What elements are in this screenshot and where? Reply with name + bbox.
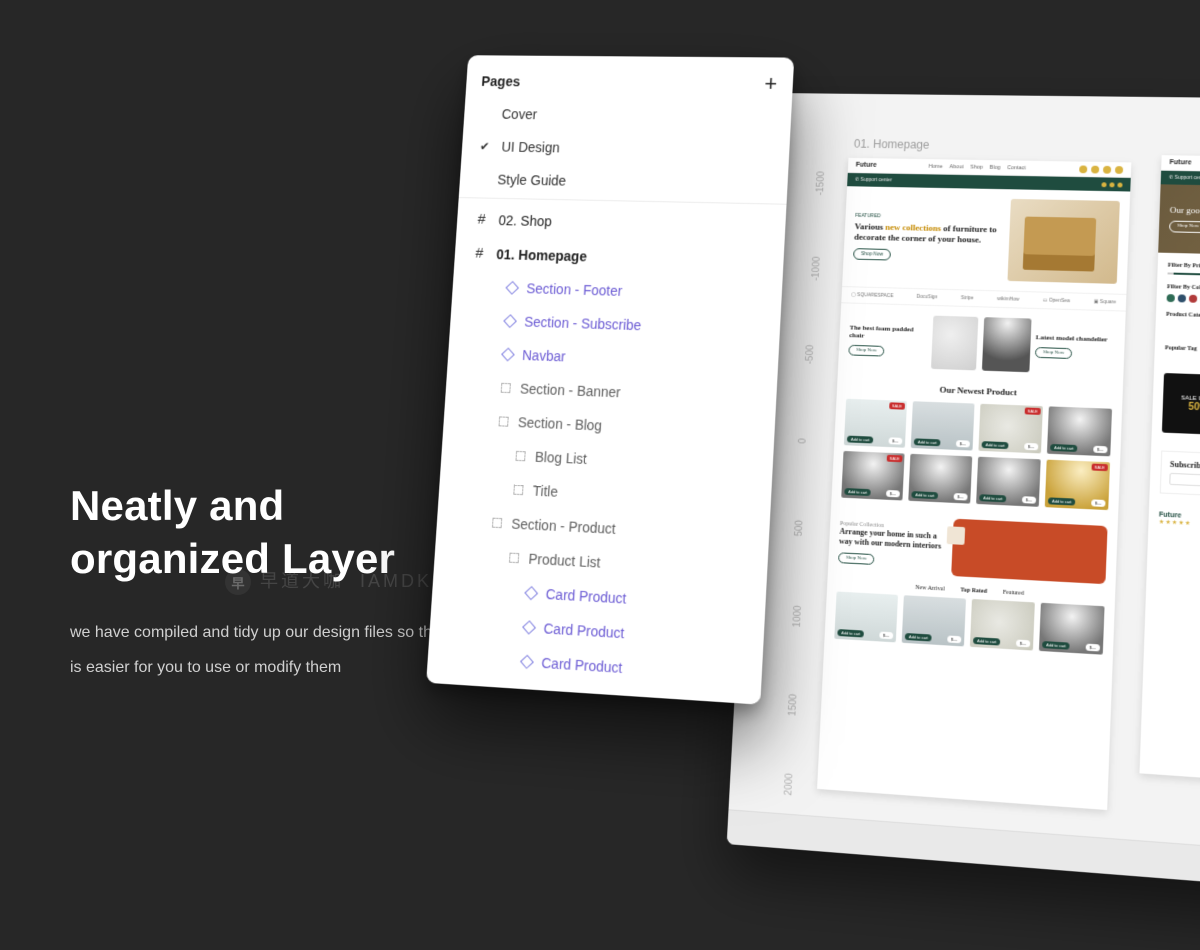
feature-card: The best foam padded chairShop Now: [848, 313, 979, 370]
subscribe-input[interactable]: [1169, 473, 1200, 497]
product-card[interactable]: Add to cart$—: [834, 591, 898, 642]
featured-row: The best foam padded chairShop Now Lates…: [838, 303, 1126, 385]
subscribe-box: Subscribe now and get 10% off all items: [1160, 451, 1200, 507]
chair-image: [931, 316, 979, 371]
shop-filters: Filter By Price Filter By Color Product …: [1162, 263, 1200, 436]
product-card[interactable]: Add to cart$—: [970, 599, 1035, 651]
component-icon: [524, 586, 538, 600]
product-card[interactable]: Add to cart$—: [976, 457, 1041, 507]
ruler-mark: 1500: [787, 694, 799, 717]
frame-icon: [471, 245, 487, 262]
frame-icon: [474, 211, 490, 228]
group-icon: [492, 518, 502, 528]
shop-footer: Future★★★★★ Product Support Company: [1148, 501, 1200, 550]
ruler-mark: -1000: [811, 256, 823, 281]
product-grid: SALEAdd to cart$— Add to cart$— SALEAdd …: [831, 398, 1122, 520]
promo-banner: Popular Collection Arrange your home in …: [838, 513, 1108, 584]
ruler-mark: 1000: [792, 605, 804, 627]
ruler-mark: -1500: [816, 171, 828, 195]
group-icon: [501, 383, 511, 393]
group-icon: [509, 553, 519, 564]
component-icon: [503, 314, 516, 328]
hero-image: [1007, 199, 1119, 284]
swatch[interactable]: [1189, 295, 1197, 303]
page-item-cover[interactable]: Cover: [463, 97, 792, 134]
product-card[interactable]: Add to cart$—: [911, 401, 975, 450]
product-card[interactable]: Add to cart$—: [908, 454, 972, 504]
hero-eyebrow: FEATURED: [855, 213, 1004, 222]
ruler-mark: 0: [798, 438, 809, 444]
ruler-mark: -500: [804, 345, 815, 365]
promo-box: SALE UP TO50%: [1162, 373, 1200, 435]
figma-canvas[interactable]: 01. Homepage 02. Shop -1500 -1000 -500 0…: [727, 93, 1200, 911]
lamp-image: [982, 317, 1032, 372]
component-icon: [506, 281, 519, 295]
shop-hero: Our goods have the best quality and mate…: [1158, 184, 1200, 260]
color-swatches[interactable]: [1167, 294, 1200, 304]
add-page-icon[interactable]: +: [764, 73, 778, 95]
product-card[interactable]: SALEAdd to cart$—: [844, 399, 907, 448]
artboard-homepage[interactable]: Future HomeAboutShopBlogContact ✆ Suppor…: [817, 158, 1131, 810]
swatch[interactable]: [1178, 294, 1186, 302]
product-card[interactable]: SALEAdd to cart$—: [1045, 460, 1110, 510]
page-item-style-guide[interactable]: Style Guide: [459, 162, 789, 201]
pages-title: Pages: [481, 73, 521, 89]
component-icon: [522, 620, 536, 634]
feature-card: Latest model chandelierShop Now: [982, 317, 1115, 375]
nav-icons: [1079, 165, 1123, 173]
swatch[interactable]: [1167, 294, 1175, 302]
artboard-label-home: 01. Homepage: [854, 137, 930, 151]
nav-links: HomeAboutShopBlogContact: [928, 163, 1025, 170]
hero-cta[interactable]: Shop Now: [853, 248, 891, 260]
product-card[interactable]: Add to cart$—: [1039, 603, 1105, 655]
body-text: we have compiled and tidy up our design …: [70, 615, 470, 685]
pages-panel[interactable]: Pages + Cover UI Design Style Guide 02. …: [426, 55, 794, 704]
ruler-mark: 500: [794, 520, 805, 537]
sofa-image: [951, 519, 1107, 585]
product-card[interactable]: SALEAdd to cart$—: [841, 451, 904, 501]
group-icon: [499, 416, 509, 426]
brand-logo: Future: [856, 162, 877, 169]
hero-section: FEATURED Various new collections of furn…: [842, 186, 1130, 294]
group-icon: [513, 485, 523, 495]
product-card[interactable]: Add to cart$—: [1047, 406, 1112, 456]
group-icon: [515, 451, 525, 461]
hero-heading: Various new collections of furniture to …: [854, 221, 1004, 246]
check-icon: [477, 140, 493, 154]
ruler-mark: 2000: [783, 773, 795, 796]
product-card[interactable]: Add to cart$—: [902, 595, 966, 646]
product-card[interactable]: SALEAdd to cart$—: [978, 404, 1042, 454]
artboard-shop[interactable]: Future HomeAboutShopBlogContact ✆ Suppor…: [1139, 155, 1200, 795]
watermark-icon: 早: [225, 569, 251, 595]
mockup-scene: 01. Homepage 02. Shop -1500 -1000 -500 0…: [440, 50, 1200, 950]
component-icon: [501, 348, 514, 362]
